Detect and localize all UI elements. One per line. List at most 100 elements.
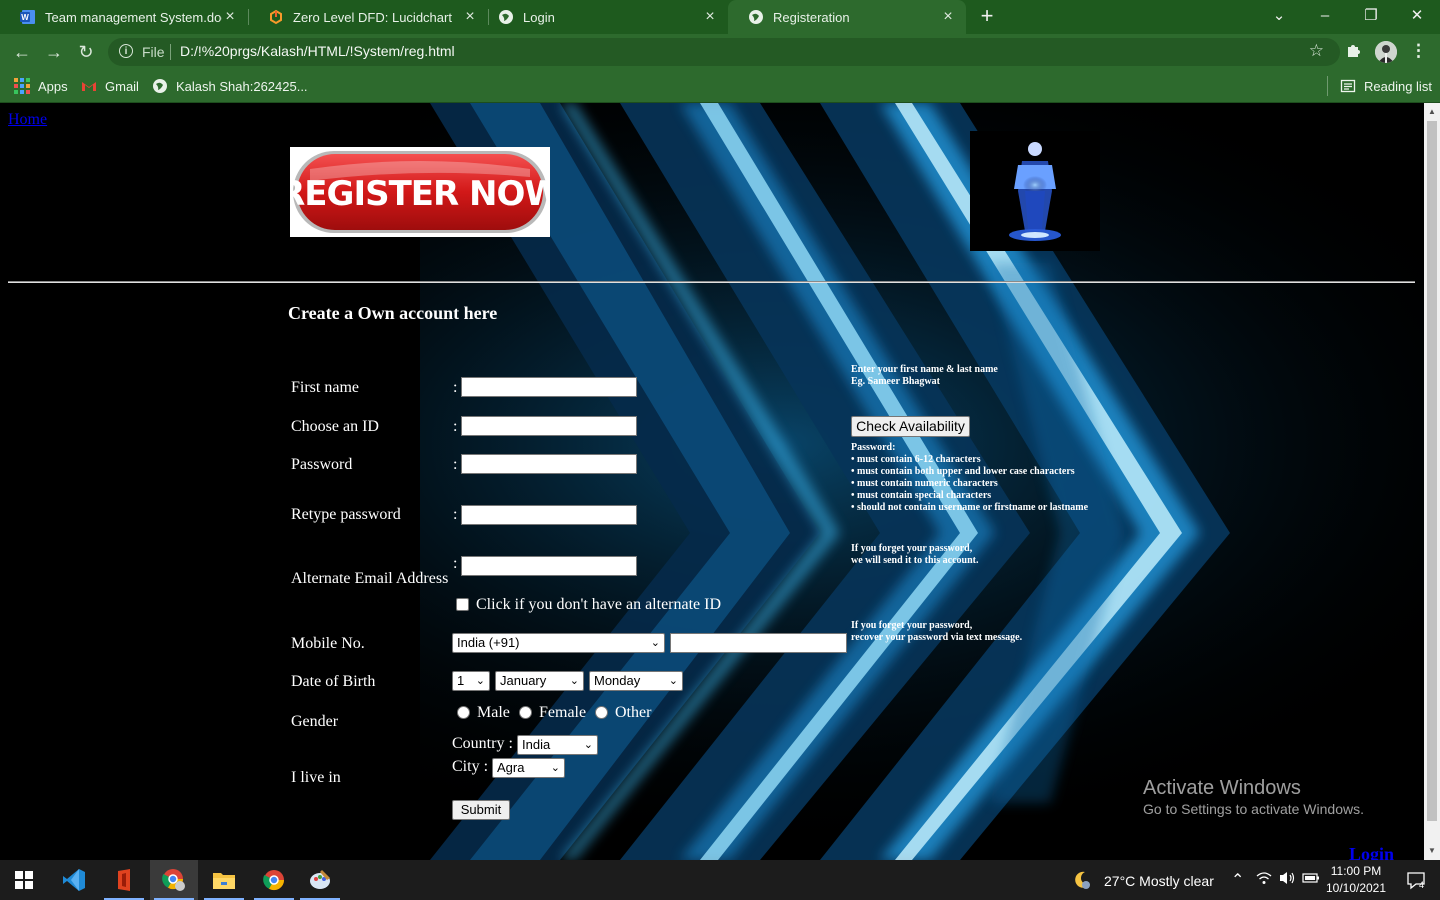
forward-arrow-icon[interactable]: → [42,41,66,63]
browser-toolbar: ← → ↻ i File D:/!%20prgs/Kalash/HTML/!Sy… [0,34,1440,70]
paint-taskbar-icon[interactable] [296,860,344,900]
live-in-label: I live in [291,769,341,786]
url-text[interactable]: D:/!%20prgs/Kalash/HTML/!System/reg.html [180,43,455,59]
tab-login[interactable]: Login × [478,0,728,34]
office-taskbar-icon[interactable] [100,860,148,900]
speaker-icon[interactable] [1278,870,1296,889]
bookmarks-divider [1327,76,1328,96]
mobile-hint-line1: If you forget your password, [851,620,973,631]
bookmark-kalash-shah[interactable]: Kalash Shah:262425... [152,76,308,96]
first-name-input[interactable] [461,377,637,397]
svg-text:W: W [21,13,29,22]
selected-value: India (+91) [457,635,520,650]
extensions-puzzle-icon[interactable] [1344,41,1364,61]
password-rule: • must contain numeric characters [851,478,998,489]
retype-password-input[interactable] [461,505,637,525]
scheme-label: File [142,44,165,60]
notification-center-icon[interactable]: 4 [1392,860,1440,900]
close-tab-icon[interactable]: × [940,8,956,26]
gender-female-radio[interactable] [519,706,532,719]
file-explorer-taskbar-icon[interactable] [200,860,248,900]
address-bar[interactable]: i File D:/!%20prgs/Kalash/HTML/!System/r… [108,38,1340,66]
mobile-country-select[interactable]: India (+91) ⌄ [452,633,665,653]
info-icon[interactable]: i [119,44,133,58]
login-link[interactable]: Login [1349,844,1394,860]
reading-list-icon [1340,78,1356,94]
no-alternate-id-checkbox[interactable] [456,598,469,611]
check-availability-button[interactable]: Check Availability [851,416,970,437]
city-label: City : [452,758,489,775]
dob-day-select[interactable]: 1 ⌄ [452,671,490,691]
reading-list-button[interactable]: Reading list [1340,76,1432,96]
lucidchart-icon [268,9,284,25]
tab-registeration[interactable]: Registeration × [728,0,966,34]
back-arrow-icon[interactable]: ← [10,41,34,63]
new-tab-button[interactable]: + [976,5,998,27]
page-heading: Create a Own account here [288,303,498,323]
restore-button[interactable]: ❐ [1348,0,1394,34]
tab-title: Team management System.docx [45,9,222,25]
gender-male-radio[interactable] [457,706,470,719]
selected-value: Agra [497,760,525,775]
word-icon: W [20,9,36,25]
battery-icon[interactable] [1302,871,1320,888]
start-button[interactable] [0,860,48,900]
clock[interactable]: 11:00 PM 10/10/2021 [1322,863,1390,897]
clock-date: 10/10/2021 [1325,881,1387,895]
reload-icon[interactable]: ↻ [74,41,98,63]
mobile-hint-line2: recover your password via text message. [851,632,1023,643]
gender-female-label: Female [539,704,587,721]
bookmarks-bar: Apps Gmail Kalash Shah:262425... Reading… [0,70,1440,103]
alternate-email-input[interactable] [461,556,637,576]
register-now-banner: REGISTER NOW [279,147,562,237]
minimize-button[interactable]: – [1302,0,1348,34]
home-link[interactable]: Home [8,111,47,129]
password-label: Password [291,456,353,473]
close-window-button[interactable]: ✕ [1394,0,1440,34]
close-tab-icon[interactable]: × [222,8,238,26]
choose-id-input[interactable] [461,416,637,436]
scroll-down-arrow-icon[interactable]: ▼ [1424,844,1440,858]
close-tab-icon[interactable]: × [702,8,718,26]
alternate-email-label: Alternate Email Address [291,570,449,587]
mobile-label: Mobile No. [291,635,365,652]
submit-button[interactable]: Submit [452,800,510,820]
hologram-person-logo [970,131,1100,251]
chrome-profile-taskbar-icon[interactable] [150,860,198,900]
country-label: Country : [452,735,513,752]
country-select[interactable]: India ⌄ [517,735,598,755]
city-select[interactable]: Agra ⌄ [492,758,565,778]
wifi-icon[interactable] [1256,870,1272,889]
moon-weather-icon[interactable] [1060,860,1104,900]
tab-search-chevron-icon[interactable]: ⌄ [1256,0,1302,34]
bookmark-star-icon[interactable]: ☆ [1309,41,1324,61]
chrome-taskbar-icon[interactable] [250,860,298,900]
weather-text[interactable]: 27°C Mostly clear [1104,873,1214,889]
vscode-taskbar-icon[interactable] [50,860,98,900]
password-rule: • must contain special characters [851,490,992,501]
mobile-number-input[interactable] [670,633,847,653]
scroll-up-arrow-icon[interactable]: ▲ [1424,105,1440,119]
show-hidden-icons-chevron-icon[interactable]: ⌃ [1231,870,1244,890]
tab-word-doc[interactable]: W Team management System.docx × [0,0,248,34]
bookmark-gmail[interactable]: Gmail [81,76,139,96]
close-tab-icon[interactable]: × [462,8,478,26]
chevron-down-icon: ⌄ [668,675,678,687]
bookmark-apps[interactable]: Apps [14,76,68,96]
kebab-menu-icon[interactable]: ⋮ [1410,41,1427,61]
chevron-down-icon: ⌄ [550,762,560,774]
vertical-scrollbar[interactable]: ▲ ▼ [1424,103,1440,860]
profile-avatar[interactable] [1375,41,1397,63]
colon: : [453,456,458,473]
dob-month-select[interactable]: January ⌄ [495,671,584,691]
globe-icon [152,78,168,94]
password-input[interactable] [461,454,637,474]
email-hint-line2: we will send it to this account. [851,555,979,566]
gender-other-radio[interactable] [595,706,608,719]
tab-lucidchart[interactable]: Zero Level DFD: Lucidchart × [248,0,488,34]
selected-value: India [522,737,551,752]
dob-weekday-select[interactable]: Monday ⌄ [589,671,683,691]
colon: : [453,379,458,396]
scrollbar-thumb[interactable] [1427,121,1437,821]
tab-strip: W Team management System.docx × Zero Lev… [0,0,1440,34]
